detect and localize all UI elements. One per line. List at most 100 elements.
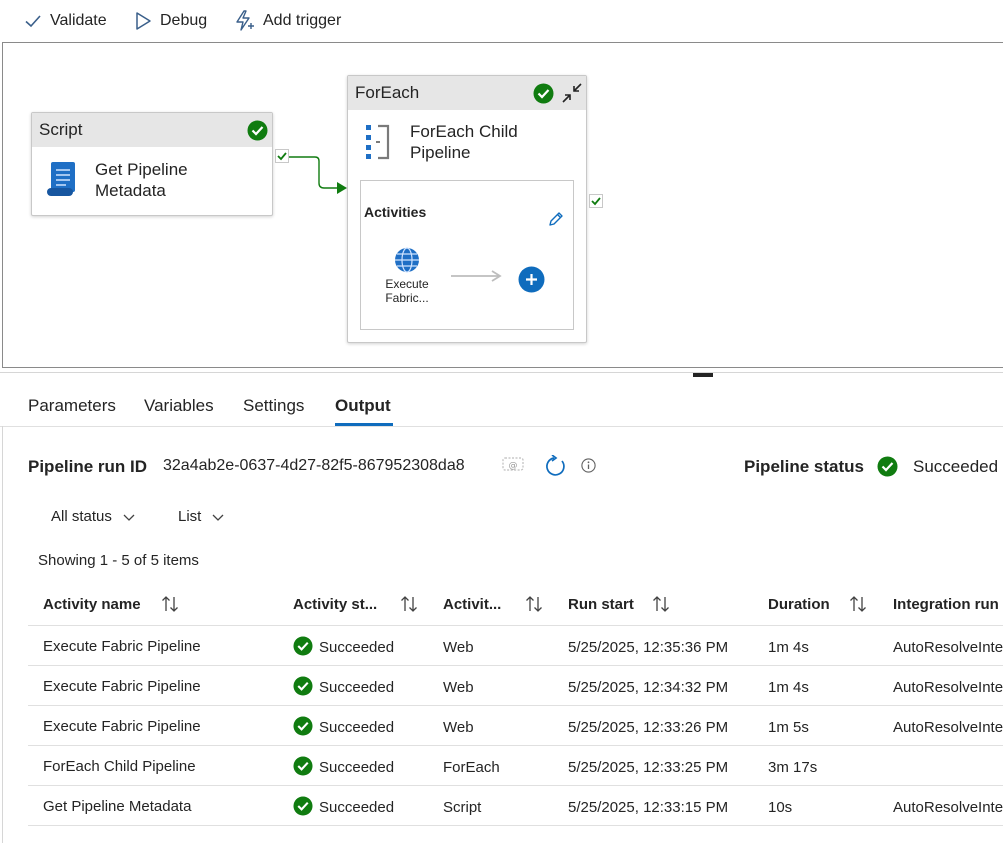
run-start: 5/25/2025, 12:34:32 PM bbox=[568, 679, 729, 696]
add-trigger-label: Add trigger bbox=[263, 12, 342, 29]
duration: 3m 17s bbox=[768, 759, 818, 776]
success-check-icon bbox=[293, 635, 313, 656]
row-divider bbox=[28, 825, 1003, 826]
column-header-run-start[interactable]: Run start bbox=[568, 596, 634, 613]
activity-status: Succeeded bbox=[293, 675, 394, 696]
tabs-divider bbox=[0, 426, 1003, 427]
check-icon bbox=[25, 15, 41, 28]
activity-name-link[interactable]: Execute Fabric Pipeline bbox=[43, 718, 201, 735]
foreach-node-type: ForEach bbox=[355, 83, 420, 102]
run-start: 5/25/2025, 12:33:25 PM bbox=[568, 759, 729, 776]
row-divider bbox=[28, 665, 1003, 666]
duration: 1m 4s bbox=[768, 679, 809, 696]
child-activity-name: Execute Fabric... bbox=[385, 277, 429, 305]
edit-pencil-icon[interactable] bbox=[547, 210, 565, 228]
script-scroll-icon bbox=[47, 162, 75, 196]
panel-splitter[interactable] bbox=[0, 372, 1003, 379]
activity-name-link[interactable]: Execute Fabric Pipeline bbox=[43, 678, 201, 695]
sort-icon[interactable] bbox=[524, 594, 544, 614]
child-activity-execute-fabric[interactable]: Execute Fabric... bbox=[379, 247, 435, 305]
activity-name-link[interactable]: ForEach Child Pipeline bbox=[43, 758, 196, 775]
success-connector-arrow[interactable] bbox=[289, 150, 351, 200]
chevron-down-icon bbox=[212, 514, 224, 521]
script-activity-node[interactable]: Script Get Pipeline Metadata bbox=[31, 112, 273, 216]
collapse-icon[interactable] bbox=[561, 82, 583, 104]
debug-button[interactable]: Debug bbox=[134, 9, 207, 33]
globe-icon bbox=[395, 247, 419, 273]
activity-status: Succeeded bbox=[293, 635, 394, 656]
activity-type: Script bbox=[443, 799, 482, 816]
column-header-activity-status[interactable]: Activity st... bbox=[293, 596, 377, 613]
column-header-integration-runtime[interactable]: Integration run bbox=[893, 596, 999, 613]
debug-label: Debug bbox=[160, 12, 208, 29]
integration-runtime: AutoResolveInte bbox=[893, 639, 1003, 656]
duration: 1m 4s bbox=[768, 639, 809, 656]
foreach-activity-node[interactable]: ForEach ForEach Child Pipeline Activitie… bbox=[347, 75, 587, 343]
chevron-down-icon bbox=[123, 514, 135, 521]
success-check-icon bbox=[293, 755, 313, 776]
integration-runtime: AutoResolveInte bbox=[893, 719, 1003, 736]
panel-left-border bbox=[2, 426, 3, 843]
sort-icon[interactable] bbox=[160, 594, 180, 614]
duration: 10s bbox=[768, 799, 793, 816]
script-node-header: Script bbox=[32, 113, 272, 147]
activity-status: Succeeded bbox=[293, 715, 394, 736]
sort-icon[interactable] bbox=[848, 594, 868, 614]
foreach-node-name: ForEach Child Pipeline bbox=[410, 122, 518, 162]
view-mode-dropdown[interactable]: List bbox=[178, 508, 225, 525]
column-header-duration[interactable]: Duration bbox=[768, 596, 830, 613]
tab-settings[interactable]: Settings bbox=[243, 396, 304, 416]
sort-icon[interactable] bbox=[399, 594, 419, 614]
add-next-arrow bbox=[451, 270, 502, 282]
run-start: 5/25/2025, 12:33:15 PM bbox=[568, 799, 729, 816]
sort-icon[interactable] bbox=[651, 594, 671, 614]
add-trigger-button[interactable]: Add trigger bbox=[233, 9, 341, 33]
foreach-success-output[interactable] bbox=[589, 194, 603, 208]
refresh-icon[interactable] bbox=[544, 455, 567, 478]
column-header-activity-name[interactable]: Activity name bbox=[43, 596, 141, 613]
play-outline-icon bbox=[136, 12, 151, 30]
validate-button[interactable]: Validate bbox=[24, 9, 107, 33]
toolbar: Validate Debug Add trigger bbox=[0, 0, 1003, 42]
success-check-icon bbox=[293, 715, 313, 736]
view-mode-label: List bbox=[178, 508, 202, 525]
foreach-activities-container[interactable]: Activities Execute Fabric... bbox=[360, 180, 574, 330]
run-start: 5/25/2025, 12:35:36 PM bbox=[568, 639, 729, 656]
activity-type: Web bbox=[443, 719, 474, 736]
tab-variables[interactable]: Variables bbox=[144, 396, 214, 416]
foreach-icon bbox=[366, 124, 390, 160]
row-divider bbox=[28, 745, 1003, 746]
status-filter-label: All status bbox=[51, 508, 112, 525]
add-circle-icon[interactable] bbox=[518, 266, 545, 293]
info-icon[interactable] bbox=[581, 458, 596, 473]
row-divider bbox=[28, 785, 1003, 786]
splitter-grip[interactable] bbox=[693, 373, 713, 377]
column-header-activity-type[interactable]: Activit... bbox=[443, 596, 501, 613]
activity-name-link[interactable]: Execute Fabric Pipeline bbox=[43, 638, 201, 655]
pipeline-status-value: Succeeded bbox=[913, 457, 999, 476]
pipeline-status-label: Pipeline status bbox=[744, 457, 864, 476]
tab-output[interactable]: Output bbox=[335, 396, 391, 416]
activity-type: Web bbox=[443, 639, 474, 656]
activities-label: Activities bbox=[364, 204, 427, 220]
row-divider bbox=[28, 705, 1003, 706]
run-id-label: Pipeline run ID bbox=[28, 457, 148, 476]
run-start: 5/25/2025, 12:33:26 PM bbox=[568, 719, 729, 736]
status-filter-dropdown[interactable]: All status bbox=[51, 508, 136, 525]
table-header-divider bbox=[28, 625, 1003, 626]
success-check-icon bbox=[533, 83, 554, 104]
activity-status: Succeeded bbox=[293, 795, 394, 816]
copy-icon[interactable]: @ bbox=[502, 456, 524, 472]
activity-type: ForEach bbox=[443, 759, 500, 776]
activity-name-link[interactable]: Get Pipeline Metadata bbox=[43, 798, 191, 815]
success-check-icon bbox=[293, 675, 313, 696]
duration: 1m 5s bbox=[768, 719, 809, 736]
script-node-name: Get Pipeline Metadata bbox=[95, 160, 188, 200]
tab-parameters[interactable]: Parameters bbox=[28, 396, 116, 416]
integration-runtime: AutoResolveInte bbox=[893, 679, 1003, 696]
activity-status: Succeeded bbox=[293, 755, 394, 776]
validate-label: Validate bbox=[50, 12, 107, 29]
svg-text:@: @ bbox=[509, 461, 518, 471]
success-check-icon bbox=[247, 120, 268, 141]
script-success-output[interactable] bbox=[275, 149, 289, 163]
